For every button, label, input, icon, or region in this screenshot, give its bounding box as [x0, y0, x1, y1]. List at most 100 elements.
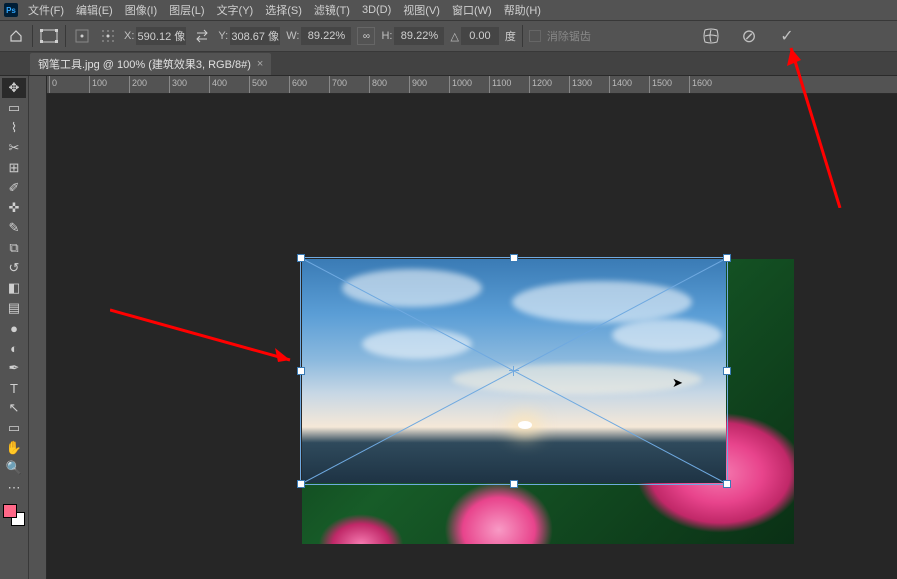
w-field: W:	[286, 27, 351, 45]
h-input[interactable]	[394, 27, 444, 45]
color-swatch[interactable]	[3, 504, 25, 526]
history-brush-tool[interactable]: ↺	[2, 258, 26, 278]
pen-tool[interactable]: ✒	[2, 358, 26, 378]
horizontal-ruler[interactable]: 7008009000100200300400500600700800900100…	[29, 76, 897, 94]
document-tab[interactable]: 钢笔工具.jpg @ 100% (建筑效果3, RGB/8#) ×	[30, 53, 271, 75]
y-label: Y:	[218, 30, 228, 42]
cloud-shape	[342, 269, 482, 307]
separator	[65, 25, 66, 47]
ruler-tick: 1000	[449, 76, 489, 94]
reference-point-icon[interactable]	[72, 26, 92, 46]
ruler-tick: 100	[89, 76, 129, 94]
move-tool[interactable]: ✥	[2, 78, 26, 98]
document-image	[302, 259, 794, 544]
angle-label: △	[450, 30, 458, 43]
swap-xy-icon[interactable]	[192, 26, 212, 46]
h-field: H:	[381, 27, 444, 45]
ruler-tick: 1300	[569, 76, 609, 94]
antialias-label: 消除锯齿	[547, 28, 591, 44]
ruler-tick: 1500	[649, 76, 689, 94]
link-wh-button[interactable]: ∞	[357, 27, 375, 45]
transform-icon[interactable]	[39, 26, 59, 46]
options-bar: X: Y: W: ∞ H: △ 度 消除锯齿 ⊘ ✓	[0, 20, 897, 52]
ruler-tick: 200	[129, 76, 169, 94]
ruler-tick: 500	[249, 76, 289, 94]
h-label: H:	[381, 30, 392, 42]
w-input[interactable]	[301, 27, 351, 45]
path-select-tool[interactable]: ↖	[2, 398, 26, 418]
cursor-icon: ➤	[672, 375, 683, 391]
brush-tool[interactable]: ✎	[2, 218, 26, 238]
vertical-ruler[interactable]	[29, 76, 47, 579]
cloud-shape	[452, 364, 702, 394]
crop-tool[interactable]: ✂	[2, 138, 26, 158]
lasso-tool[interactable]: ⌇	[2, 118, 26, 138]
degree-label: 度	[505, 28, 516, 44]
menu-file[interactable]: 文件(F)	[24, 0, 68, 20]
ruler-tick: 700	[329, 76, 369, 94]
clone-tool[interactable]: ⧉	[2, 238, 26, 258]
angle-field: △	[450, 27, 498, 45]
blur-tool[interactable]: ●	[2, 318, 26, 338]
spot-heal-tool[interactable]: ✜	[2, 198, 26, 218]
confirm-transform-button[interactable]: ✓	[777, 26, 797, 46]
cloud-shape	[612, 319, 722, 351]
eyedropper-tool[interactable]: ✐	[2, 178, 26, 198]
ruler-tick: 300	[169, 76, 209, 94]
menu-type[interactable]: 文字(Y)	[213, 0, 258, 20]
menu-edit[interactable]: 编辑(E)	[72, 0, 117, 20]
ruler-tick: 600	[289, 76, 329, 94]
dodge-tool[interactable]: ◐	[2, 338, 26, 358]
sky-layer[interactable]	[302, 259, 726, 483]
sun-glow	[518, 421, 532, 429]
menu-filter[interactable]: 滤镜(T)	[310, 0, 354, 20]
menu-select[interactable]: 选择(S)	[261, 0, 306, 20]
home-icon[interactable]	[6, 26, 26, 46]
ruler-tick: 800	[369, 76, 409, 94]
tab-close-button[interactable]: ×	[257, 58, 263, 70]
gradient-tool[interactable]: ▤	[2, 298, 26, 318]
canvas-area[interactable]: ➤	[47, 94, 897, 579]
ruler-tick: 1400	[609, 76, 649, 94]
ruler-tick: 1100	[489, 76, 529, 94]
w-label: W:	[286, 30, 299, 42]
ruler-tick: 1200	[529, 76, 569, 94]
foreground-color-swatch[interactable]	[3, 504, 17, 518]
x-label: X:	[124, 30, 134, 42]
tab-title: 钢笔工具.jpg @ 100% (建筑效果3, RGB/8#)	[38, 56, 251, 72]
frame-tool[interactable]: ⊞	[2, 158, 26, 178]
antialias-checkbox[interactable]	[529, 30, 541, 42]
hand-tool[interactable]: ✋	[2, 438, 26, 458]
y-field: Y:	[218, 27, 280, 45]
warp-mode-icon[interactable]	[701, 26, 721, 46]
ruler-tick: 1600	[689, 76, 729, 94]
reference-grid-icon[interactable]	[98, 26, 118, 46]
ruler-tick: 0	[49, 76, 89, 94]
more-tools[interactable]: ⋯	[2, 478, 26, 498]
eraser-tool[interactable]: ◧	[2, 278, 26, 298]
cloud-shape	[362, 329, 472, 359]
marquee-tool[interactable]: ▭	[2, 98, 26, 118]
toolbox: ✥▭⌇✂⊞✐✜✎⧉↺◧▤●◐✒T↖▭✋🔍⋯	[0, 76, 29, 579]
app-logo: Ps	[4, 3, 18, 17]
menu-3d[interactable]: 3D(D)	[358, 2, 395, 18]
separator	[522, 25, 523, 47]
menu-help[interactable]: 帮助(H)	[500, 0, 545, 20]
menu-image[interactable]: 图像(I)	[121, 0, 161, 20]
menu-layer[interactable]: 图层(L)	[165, 0, 208, 20]
menu-bar: Ps 文件(F) 编辑(E) 图像(I) 图层(L) 文字(Y) 选择(S) 滤…	[0, 0, 897, 20]
menu-window[interactable]: 窗口(W)	[448, 0, 496, 20]
cancel-transform-button[interactable]: ⊘	[739, 26, 759, 46]
cloud-shape	[512, 281, 692, 323]
y-input[interactable]	[230, 27, 280, 45]
shape-tool[interactable]: ▭	[2, 418, 26, 438]
menu-view[interactable]: 视图(V)	[399, 0, 444, 20]
ruler-tick: 900	[409, 76, 449, 94]
ruler-tick: 400	[209, 76, 249, 94]
document-tab-bar: 钢笔工具.jpg @ 100% (建筑效果3, RGB/8#) ×	[0, 52, 897, 76]
type-tool[interactable]: T	[2, 378, 26, 398]
angle-input[interactable]	[461, 27, 499, 45]
separator	[32, 25, 33, 47]
x-input[interactable]	[136, 27, 186, 45]
zoom-tool[interactable]: 🔍	[2, 458, 26, 478]
